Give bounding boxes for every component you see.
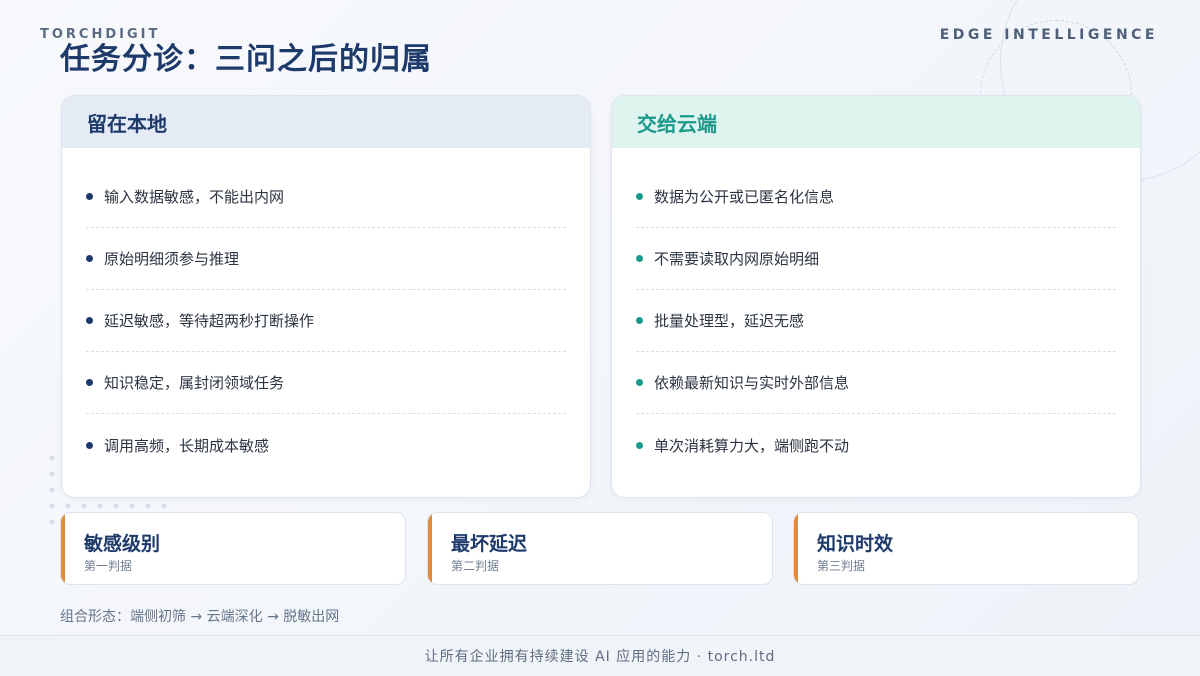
bullet-dot-icon: [636, 193, 643, 200]
footer-bar: 让所有企业拥有持续建设 AI 应用的能力 · torch.ltd: [0, 635, 1200, 676]
list-item: 延迟敏感，等待超两秒打断操作: [86, 290, 566, 352]
criterion-title: 知识时效: [817, 533, 894, 555]
bullet-dot-icon: [86, 441, 93, 449]
list-item: 单次消耗算力大，端侧跑不动: [636, 414, 1116, 476]
list-item: 原始明细须参与推理: [86, 228, 566, 290]
criterion-subtitle: 第三判据: [817, 559, 866, 573]
local-panel-heading: 留在本地: [62, 96, 590, 148]
bullet-dot-icon: [86, 193, 93, 200]
list-item-text: 批量处理型，延迟无感: [654, 312, 805, 330]
local-panel: 留在本地 输入数据敏感，不能出内网 原始明细须参与推理 延迟敏感，等待超两秒打断…: [61, 95, 591, 498]
criterion-title: 敏感级别: [84, 533, 161, 555]
list-item: 批量处理型，延迟无感: [636, 290, 1116, 352]
criterion-subtitle: 第二判据: [451, 559, 500, 573]
bullet-dot-icon: [86, 379, 93, 386]
page-title: 任务分诊：三问之后的归属: [60, 42, 432, 77]
bullet-dot-icon: [86, 317, 93, 324]
list-item: 调用高频，长期成本敏感: [86, 414, 566, 476]
criterion-card-freshness: 知识时效 第三判据: [793, 512, 1139, 585]
list-item: 输入数据敏感，不能出内网: [86, 166, 566, 228]
criterion-card-sensitivity: 敏感级别 第一判据: [60, 512, 406, 585]
list-item: 依赖最新知识与实时外部信息: [636, 352, 1116, 414]
bullet-dot-icon: [636, 441, 643, 449]
criterion-subtitle: 第一判据: [84, 559, 133, 573]
card-accent-bar: [428, 513, 432, 584]
local-criteria-list: 输入数据敏感，不能出内网 原始明细须参与推理 延迟敏感，等待超两秒打断操作 知识…: [86, 166, 566, 476]
combination-note: 组合形态：端侧初筛 → 云端深化 → 脱敏出网: [60, 609, 340, 625]
cloud-panel-heading: 交给云端: [612, 96, 1140, 148]
card-accent-bar: [61, 513, 65, 584]
bullet-dot-icon: [636, 317, 643, 324]
list-item: 数据为公开或已匿名化信息: [636, 166, 1116, 228]
bullet-dot-icon: [636, 255, 643, 262]
criterion-card-latency: 最坏延迟 第二判据: [427, 512, 773, 585]
bullet-dot-icon: [86, 255, 93, 262]
cloud-panel: 交给云端 数据为公开或已匿名化信息 不需要读取内网原始明细 批量处理型，延迟无感…: [611, 95, 1141, 498]
list-item-text: 不需要读取内网原始明细: [654, 250, 820, 268]
list-item-text: 调用高频，长期成本敏感: [104, 436, 270, 455]
list-item-text: 数据为公开或已匿名化信息: [654, 188, 835, 206]
list-item-text: 原始明细须参与推理: [104, 250, 240, 268]
list-item-text: 单次消耗算力大，端侧跑不动: [654, 436, 850, 455]
list-item: 不需要读取内网原始明细: [636, 228, 1116, 290]
list-item-text: 延迟敏感，等待超两秒打断操作: [104, 312, 315, 330]
brand-tagline: EDGE INTELLIGENCE: [939, 27, 1158, 43]
list-item-text: 知识稳定，属封闭领域任务: [104, 374, 285, 392]
list-item: 知识稳定，属封闭领域任务: [86, 352, 566, 414]
card-accent-bar: [794, 513, 798, 584]
cloud-criteria-list: 数据为公开或已匿名化信息 不需要读取内网原始明细 批量处理型，延迟无感 依赖最新…: [636, 166, 1116, 476]
list-item-text: 依赖最新知识与实时外部信息: [654, 374, 850, 392]
bullet-dot-icon: [636, 379, 643, 386]
criterion-title: 最坏延迟: [451, 533, 528, 555]
list-item-text: 输入数据敏感，不能出内网: [104, 188, 285, 206]
footer-text: 让所有企业拥有持续建设 AI 应用的能力 · torch.ltd: [424, 649, 776, 665]
